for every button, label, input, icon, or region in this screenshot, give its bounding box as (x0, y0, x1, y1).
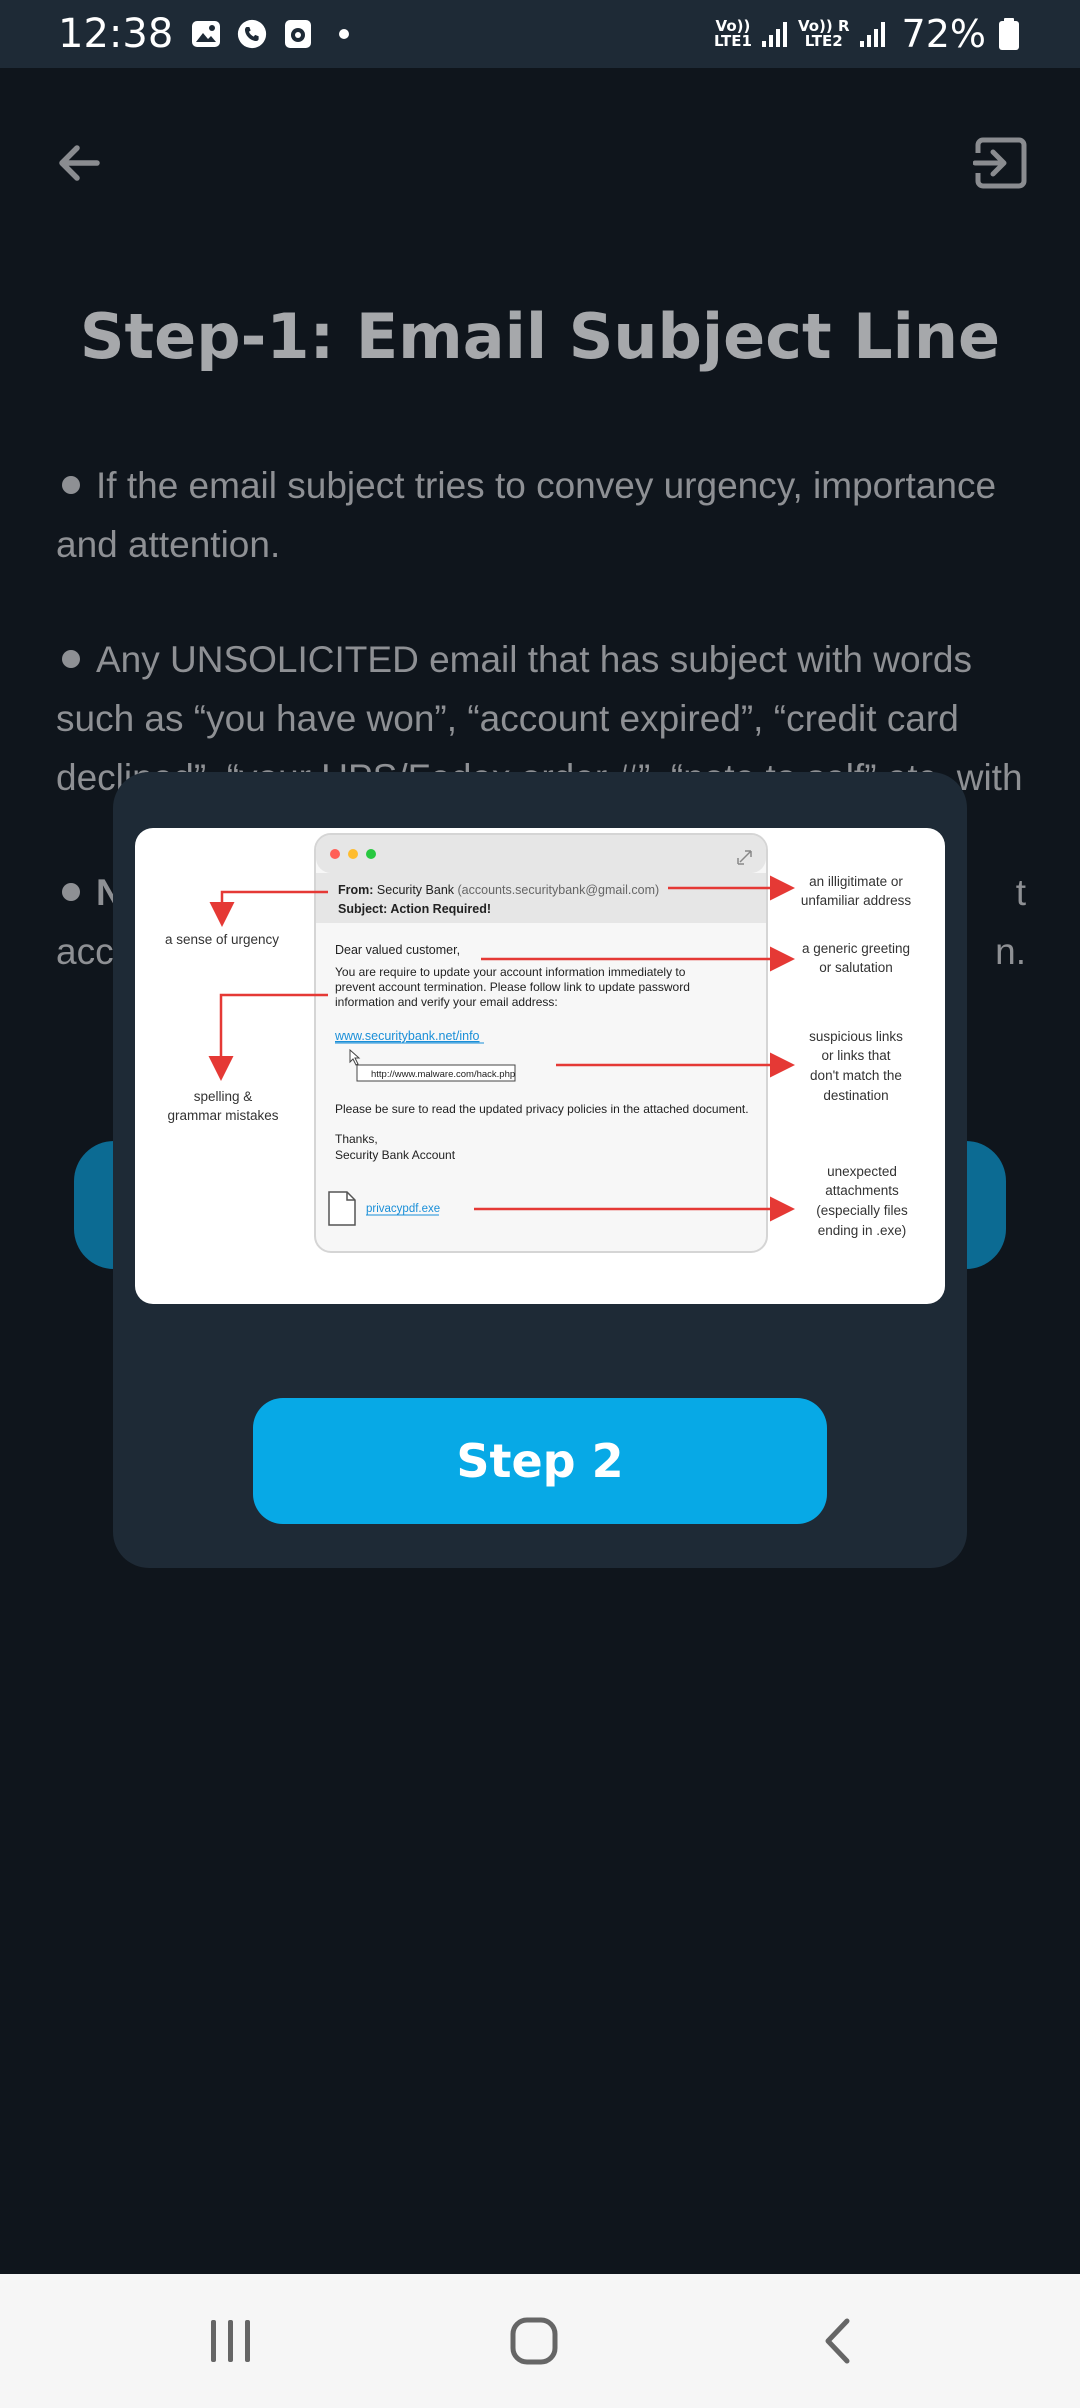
svg-text:an illigitimate or: an illigitimate or (809, 874, 903, 889)
svg-text:a sense of urgency: a sense of urgency (165, 932, 279, 947)
svg-text:From: Security Bank (accounts.: From: Security Bank (accounts.securityba… (338, 883, 659, 897)
svg-text:suspicious links: suspicious links (809, 1029, 903, 1044)
bullet-text-line2-start: acc (56, 931, 114, 972)
svg-text:unexpected: unexpected (827, 1164, 897, 1179)
signal-1-icon (760, 19, 790, 49)
svg-text:privacypdf.exe: privacypdf.exe (366, 1203, 440, 1215)
svg-text:www.securitybank.net/info: www.securitybank.net/info (334, 1029, 480, 1043)
minimize-dot-icon (348, 849, 358, 859)
bullet-dot (62, 650, 80, 669)
svg-text:spelling &: spelling & (194, 1089, 253, 1104)
svg-text:http://www.malware.com/hack.ph: http://www.malware.com/hack.php (371, 1069, 515, 1080)
more-notifications-dot-icon (329, 19, 359, 49)
status-time: 12:38 (58, 11, 174, 57)
phone-call-icon (237, 19, 267, 49)
phishing-email-illustration: From: Security Bank (accounts.securityba… (135, 828, 945, 1304)
battery-percent: 72% (901, 12, 986, 56)
maximize-dot-icon (366, 849, 376, 859)
status-right: Vo)) LTE1 Vo)) R LTE2 72% (714, 12, 1024, 56)
svg-text:prevent account termination. P: prevent account termination. Please foll… (335, 980, 690, 994)
bullet-text-end: t (1015, 872, 1026, 913)
svg-text:Subject: Action Required!: Subject: Action Required! (338, 902, 491, 916)
file-icon (328, 1191, 356, 1226)
home-button[interactable] (484, 2304, 584, 2378)
page-title: Step-1: Email Subject Line (79, 300, 1001, 373)
back-nav-button[interactable] (787, 2304, 887, 2378)
svg-text:destination: destination (823, 1088, 888, 1103)
svg-text:grammar mistakes: grammar mistakes (167, 1108, 278, 1123)
bullet-text-line2-end: n. (995, 931, 1026, 972)
recent-apps-button[interactable] (181, 2304, 281, 2378)
recent-apps-icon (211, 2320, 250, 2362)
svg-text:Thanks,: Thanks, (335, 1132, 378, 1146)
back-button[interactable] (34, 118, 124, 208)
svg-text:a generic greeting: a generic greeting (802, 941, 910, 956)
modal-dialog: From: Security Bank (accounts.securityba… (113, 772, 967, 1568)
bullet-dot (62, 476, 80, 495)
svg-text:or links that: or links that (821, 1048, 890, 1063)
svg-text:don't match the: don't match the (810, 1068, 902, 1083)
bullet-dot (62, 883, 80, 902)
signal-2-icon (858, 19, 888, 49)
system-nav-bar (0, 2274, 1080, 2408)
exit-button[interactable] (956, 118, 1046, 208)
svg-text:attachments: attachments (825, 1183, 899, 1198)
svg-text:You are require to update your: You are require to update your account i… (335, 965, 686, 979)
svg-text:Dear valued customer,: Dear valued customer, (335, 943, 460, 957)
lte2-label: Vo)) R LTE2 (797, 17, 850, 50)
chevron-left-icon (825, 2318, 850, 2364)
step-2-button[interactable]: Step 2 (253, 1398, 827, 1524)
svg-text:unfamiliar address: unfamiliar address (801, 893, 912, 908)
exit-icon (973, 137, 1027, 189)
status-bar: 12:38 Vo)) LTE1 Vo)) R LTE2 72% (0, 0, 1080, 68)
lte1-label: Vo)) LTE1 (713, 17, 752, 50)
close-dot-icon (330, 849, 340, 859)
bullet-item: If the email subject tries to convey urg… (56, 456, 1026, 574)
screen-record-icon (283, 19, 313, 49)
arrow-left-icon (59, 145, 100, 181)
svg-text:(especially files: (especially files (816, 1203, 908, 1218)
bullet-text: If the email subject tries to convey urg… (56, 465, 997, 565)
battery-icon (994, 18, 1024, 50)
home-icon (510, 2317, 558, 2365)
svg-text:ending in .exe): ending in .exe) (818, 1223, 907, 1238)
phishing-diagram: From: Security Bank (accounts.securityba… (165, 833, 912, 1253)
notification-icons (191, 19, 359, 49)
svg-text:information and verify your em: information and verify your email addres… (335, 995, 558, 1009)
gallery-icon (191, 19, 221, 49)
svg-text:Please be sure to read the upd: Please be sure to read the updated priva… (335, 1102, 749, 1116)
svg-text:or salutation: or salutation (819, 960, 893, 975)
svg-text:Security Bank Account: Security Bank Account (335, 1148, 456, 1162)
